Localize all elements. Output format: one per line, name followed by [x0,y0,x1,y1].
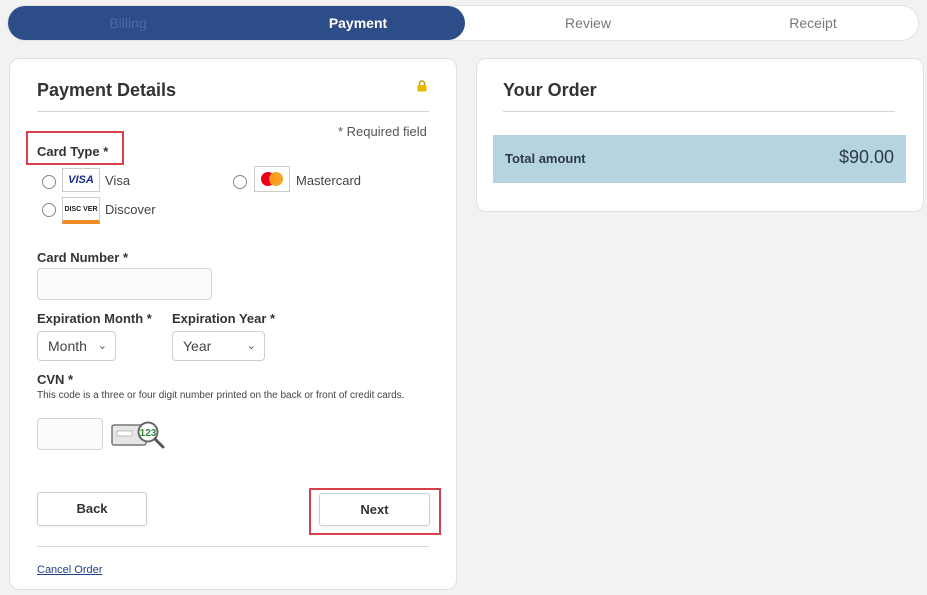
visa-label[interactable]: Visa [105,173,130,188]
discover-label[interactable]: Discover [105,202,156,217]
mastercard-circles-icon [261,172,283,186]
card-number-label: Card Number * [37,250,129,265]
visa-logo: VISA [62,168,100,192]
total-amount-label: Total amount [505,151,586,166]
step-receipt: Receipt [789,15,837,31]
step-payment: Payment [328,15,388,31]
cvn-label: CVN * [37,372,74,387]
visa-radio[interactable] [42,175,56,189]
discover-radio[interactable] [42,203,56,217]
mastercard-logo [254,166,290,192]
card-number-input[interactable] [37,268,212,300]
expiration-year-select[interactable]: Year ⌄ [172,331,265,361]
payment-title-divider [37,111,429,112]
step-billing[interactable]: Billing [28,6,228,40]
checkout-progress: Billing Payment Review Receipt [8,6,918,40]
order-title-divider [503,111,895,112]
expiration-month-select[interactable]: Month ⌄ [37,331,116,361]
expiration-month-value: Month [48,338,87,354]
chevron-down-icon: ⌄ [97,340,107,352]
mastercard-label[interactable]: Mastercard [296,173,361,188]
cvn-input[interactable] [37,418,103,450]
chevron-down-icon: ⌄ [246,340,256,352]
required-field-note: * Required field [338,124,427,139]
card-type-label: Card Type * [37,144,109,159]
actions-divider [37,546,429,547]
expiration-year-value: Year [183,338,212,354]
total-amount-bar: Total amount $90.00 [493,135,906,183]
discover-logo: DISC VER [62,197,100,224]
expiration-month-label: Expiration Month * [37,311,152,326]
step-review: Review [565,15,611,31]
next-button[interactable]: Next [319,493,430,526]
payment-details-title: Payment Details [37,80,177,100]
cvn-card-magnifier-icon: 123 [111,421,165,449]
cvn-image-text: 123 [140,428,157,439]
lock-icon [417,80,427,92]
cancel-order-link[interactable]: Cancel Order [37,564,102,576]
order-title: Your Order [503,80,597,100]
total-amount-value: $90.00 [838,147,894,167]
expiration-year-label: Expiration Year * [172,311,276,326]
cvn-help-text: This code is a three or four digit numbe… [37,390,405,401]
mastercard-radio[interactable] [233,175,247,189]
back-button[interactable]: Back [37,492,147,526]
